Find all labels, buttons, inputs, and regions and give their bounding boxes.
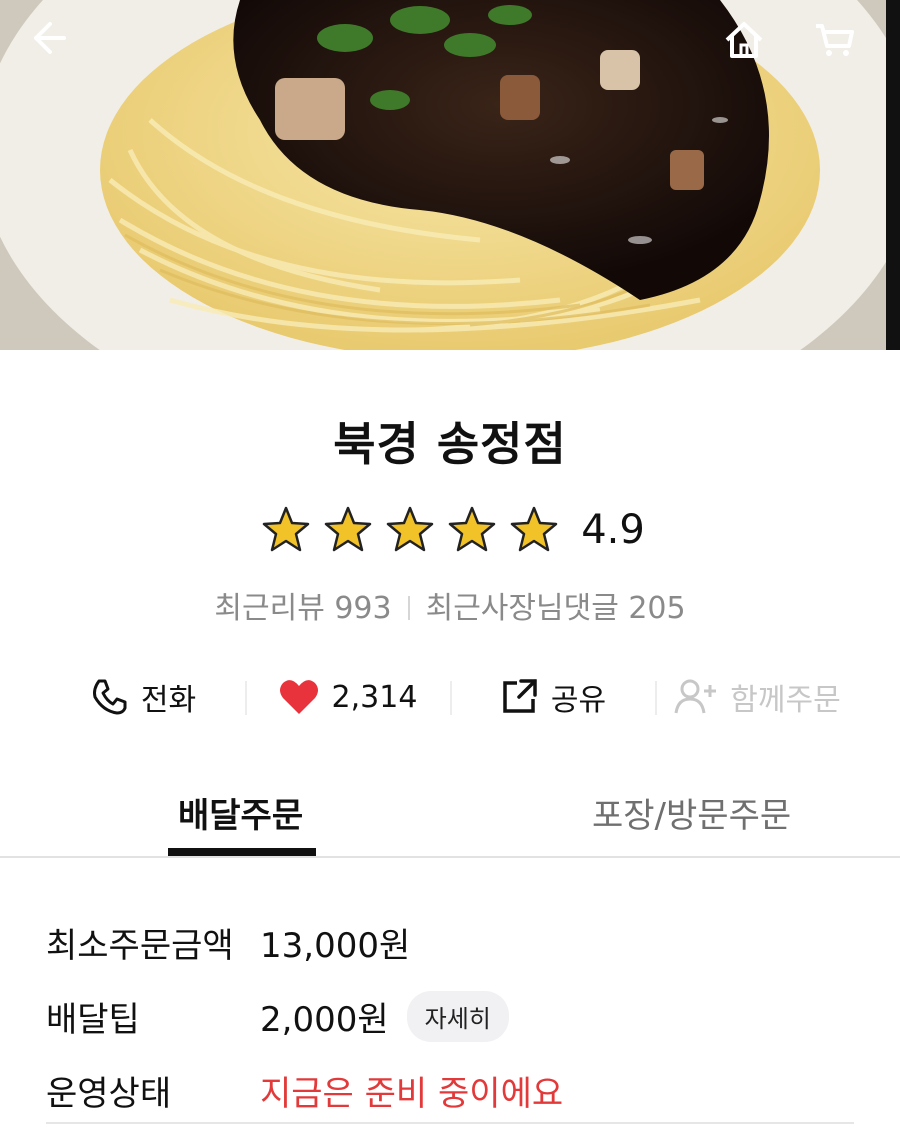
arrow-left-icon bbox=[34, 22, 66, 54]
share-label: 공유 bbox=[550, 683, 607, 718]
call-button[interactable]: 전화 bbox=[40, 665, 245, 729]
hero-image bbox=[0, 0, 900, 350]
tab-pickup[interactable]: 포장/방문주문 bbox=[486, 770, 900, 856]
delivery-tip-row: 배달팁 2,000원 자세히 bbox=[46, 979, 866, 1053]
rating-row[interactable]: 4.9 bbox=[0, 500, 900, 560]
home-icon bbox=[725, 22, 763, 58]
delivery-tip-value: 2,000원 bbox=[260, 999, 389, 1040]
like-button[interactable]: 2,314 bbox=[245, 665, 450, 729]
phone-icon bbox=[92, 679, 127, 715]
rating-value: 4.9 bbox=[581, 507, 645, 553]
add-user-icon bbox=[674, 679, 717, 714]
order-type-tabs: 배달주문 포장/방문주문 bbox=[0, 770, 900, 858]
review-summary: 최근리뷰 993 최근사장님댓글 205 bbox=[0, 583, 900, 627]
action-bar: 전화 2,314 공유 함께주문 bbox=[40, 665, 860, 729]
star-icon bbox=[510, 506, 558, 552]
home-button[interactable] bbox=[722, 18, 778, 74]
status-row: 운영상태 지금은 준비 중이에요 bbox=[46, 1053, 866, 1127]
min-order-row: 최소주문금액 13,000원 bbox=[46, 905, 866, 979]
store-name: 북경 송정점 bbox=[333, 417, 567, 471]
call-label: 전화 bbox=[140, 683, 197, 718]
owner-comments-link[interactable]: 최근사장님댓글 205 bbox=[426, 591, 686, 626]
heart-icon bbox=[279, 680, 318, 714]
min-order-label: 최소주문금액 bbox=[46, 925, 234, 966]
delivery-tip-detail-button[interactable]: 자세히 bbox=[406, 990, 509, 1042]
tab-delivery-label: 배달주문 bbox=[178, 796, 304, 836]
active-tab-indicator bbox=[168, 848, 316, 856]
group-order-label: 함께주문 bbox=[730, 683, 841, 718]
status-value: 지금은 준비 중이에요 bbox=[260, 1073, 564, 1114]
divider bbox=[407, 596, 410, 620]
star-icon bbox=[448, 506, 496, 552]
star-icon bbox=[324, 506, 372, 552]
star-icon bbox=[386, 506, 434, 552]
recent-reviews-link[interactable]: 최근리뷰 993 bbox=[214, 591, 391, 626]
back-button[interactable] bbox=[28, 18, 84, 74]
share-icon bbox=[503, 679, 537, 713]
cart-icon bbox=[816, 24, 854, 56]
tab-pickup-label: 포장/방문주문 bbox=[592, 796, 792, 836]
share-button[interactable]: 공유 bbox=[450, 665, 655, 729]
store-info: 최소주문금액 13,000원 배달팁 2,000원 자세히 운영상태 지금은 준… bbox=[46, 905, 866, 1127]
tab-delivery[interactable]: 배달주문 bbox=[0, 770, 486, 856]
min-order-value: 13,000원 bbox=[260, 925, 411, 966]
cart-button[interactable] bbox=[812, 18, 868, 74]
delivery-tip-label: 배달팁 bbox=[46, 999, 140, 1040]
group-order-button[interactable]: 함께주문 bbox=[655, 665, 860, 729]
status-label: 운영상태 bbox=[46, 1073, 172, 1114]
divider bbox=[46, 1122, 854, 1124]
like-count: 2,314 bbox=[331, 679, 418, 715]
star-icon bbox=[262, 506, 310, 552]
